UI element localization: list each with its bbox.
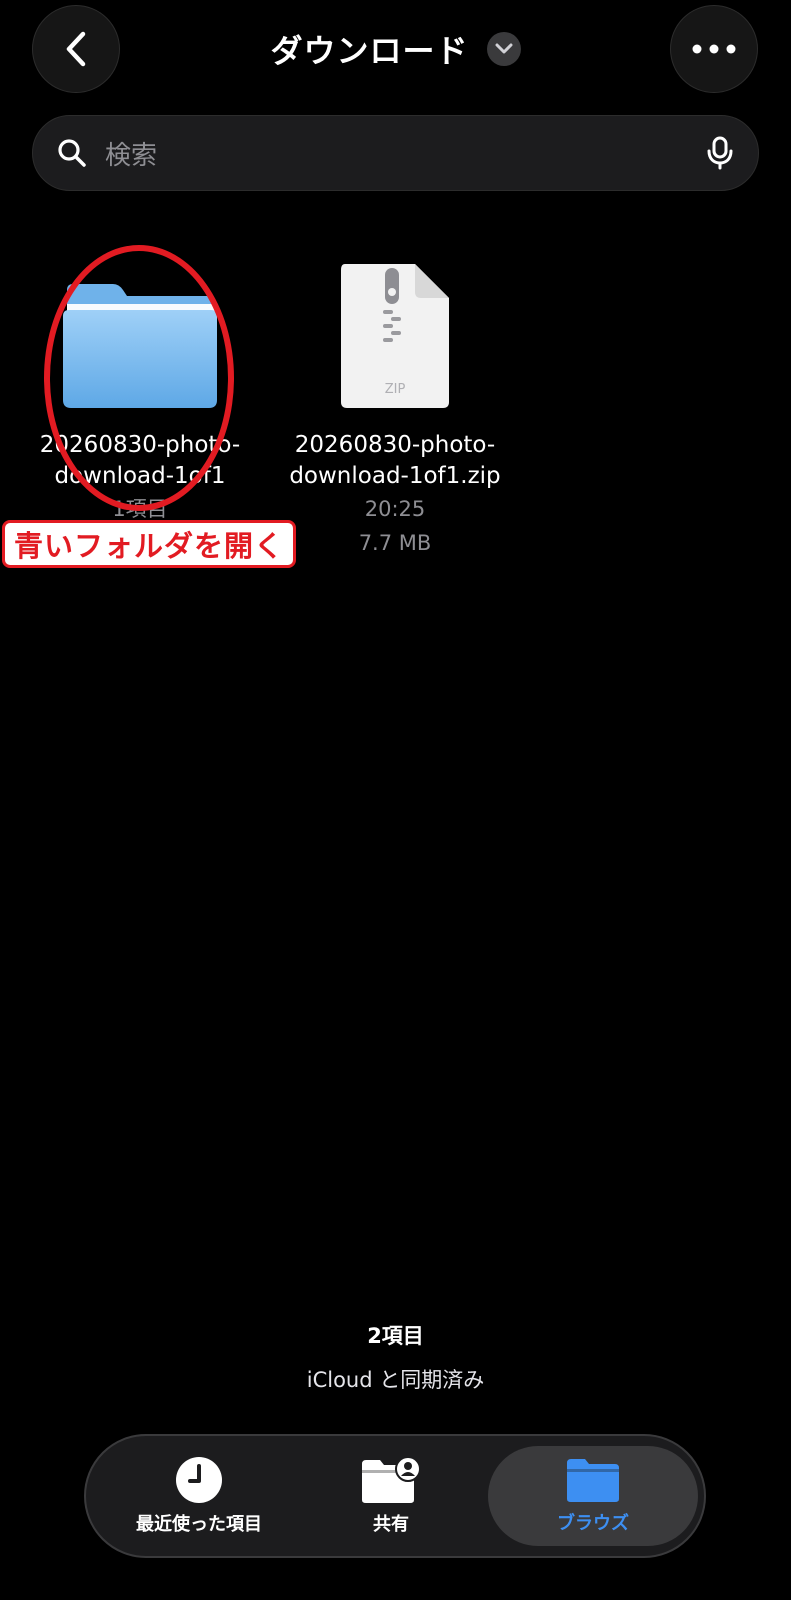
zip-badge: ZIP [384, 382, 406, 397]
search-icon [58, 139, 86, 167]
tab-shared[interactable]: 共有 [286, 1446, 496, 1546]
clock-icon [176, 1457, 222, 1503]
chevron-down-icon [486, 32, 521, 66]
microphone-icon[interactable] [706, 136, 734, 170]
tab-bar: 最近使った項目 共有 ブラウズ [84, 1434, 706, 1558]
zip-file-item[interactable]: ZIP 20260830-photo- download-1of1.zip 20… [280, 260, 510, 560]
zip-name-line2: download-1of1.zip [289, 463, 501, 489]
zip-file-size: 7.7 MB [358, 531, 432, 555]
zip-modified-time: 20:25 [364, 497, 426, 521]
tab-browse-label: ブラウズ [557, 1513, 629, 1534]
files-app-screen: ダウンロード 検索 20260830-photo- download-1of1 … [0, 0, 791, 1600]
tab-shared-label: 共有 [373, 1514, 409, 1535]
page-title: ダウンロード [270, 32, 469, 70]
instruction-callout: 青いフォルダを開く [2, 520, 296, 568]
tab-browse[interactable]: ブラウズ [488, 1446, 698, 1546]
ellipsis-icon [692, 44, 736, 54]
tab-recents[interactable]: 最近使った項目 [94, 1446, 304, 1546]
zip-name-line1: 20260830-photo- [294, 432, 496, 458]
shared-folder-icon [362, 1456, 421, 1503]
sync-status: iCloud と同期済み [306, 1368, 485, 1392]
search-placeholder: 検索 [105, 140, 158, 171]
item-count: 2項目 [367, 1324, 424, 1348]
more-button[interactable] [670, 5, 758, 93]
highlight-ellipse [44, 245, 234, 511]
tab-recents-label: 最近使った項目 [136, 1514, 262, 1535]
folder-icon [567, 1459, 619, 1502]
search-field[interactable]: 検索 [32, 115, 759, 191]
